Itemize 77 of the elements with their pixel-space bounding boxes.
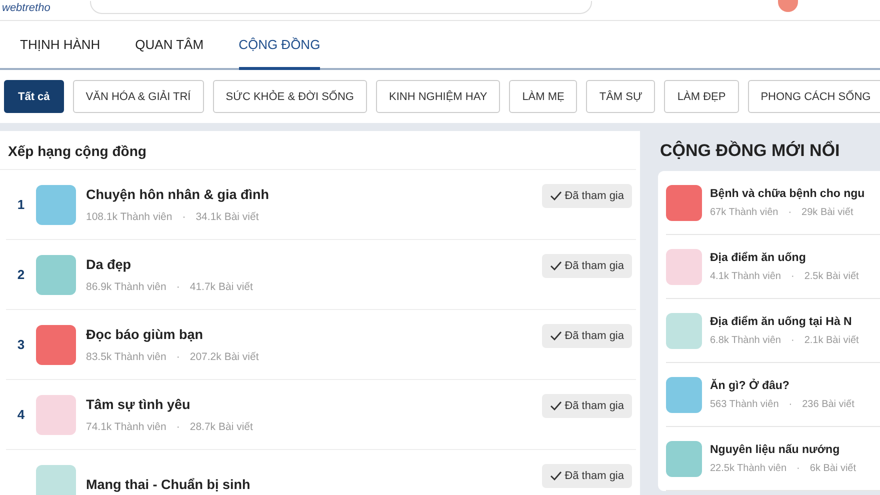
community-name[interactable]: Địa điểm ăn uống tại Hà N	[710, 316, 880, 328]
joined-button[interactable]: Đã tham gia	[542, 394, 632, 418]
community-name[interactable]: Bệnh và chữa bệnh cho ngu	[710, 188, 880, 200]
post-count: 6k Bài viết	[810, 462, 856, 474]
joined-button[interactable]: Đã tham gia	[542, 464, 632, 488]
community-thumbnail	[36, 394, 76, 434]
community-thumbnail	[36, 184, 76, 224]
checkmark-icon	[550, 191, 562, 201]
rank-number: 1	[16, 197, 26, 212]
checkmark-icon	[550, 401, 562, 411]
section-title: CỘNG ĐỒNG MỚI NỔI	[659, 140, 841, 162]
post-count: 2.5k Bài viết	[804, 270, 859, 282]
member-count: 67k Thành viên	[710, 206, 778, 218]
community-name[interactable]: Ăn gì? Ở đâu?	[710, 380, 880, 392]
member-count: 86.9k Thành viên	[86, 280, 166, 292]
joined-button[interactable]: Đã tham gia	[542, 184, 632, 208]
site-logo[interactable]: webtretho	[2, 2, 50, 15]
checkmark-icon	[550, 331, 562, 341]
category-chip[interactable]: LÀM ĐẸP	[664, 80, 739, 113]
separator-dot: ·	[790, 270, 794, 282]
separator-dot: ·	[176, 350, 180, 362]
community-thumbnail	[36, 254, 76, 294]
separator-dot: ·	[176, 420, 180, 432]
rank-number: 3	[16, 337, 26, 352]
category-chip[interactable]: SỨC KHỎE & ĐỜI SỐNG	[212, 80, 367, 113]
category-chip[interactable]: TÂM SỰ	[586, 80, 656, 113]
avatar-icon[interactable]	[778, 0, 798, 12]
community-thumbnail	[666, 376, 702, 412]
member-count: 563 Thành viên	[710, 398, 779, 410]
post-count: 2.1k Bài viết	[804, 334, 859, 346]
joined-button[interactable]: Đã tham gia	[542, 254, 632, 278]
separator-dot: ·	[176, 280, 180, 292]
category-chip[interactable]: Tất cả	[4, 80, 64, 113]
search-field[interactable]	[90, 1, 592, 14]
community-name[interactable]: Đọc báo giùm bạn	[86, 326, 542, 342]
community-name[interactable]: Tâm sự tình yêu	[86, 396, 542, 412]
post-count: 41.7k Bài viết	[190, 280, 253, 292]
category-chip[interactable]: LÀM MẸ	[509, 80, 578, 113]
separator-dot: ·	[788, 206, 792, 218]
checkmark-icon	[550, 261, 562, 271]
post-count: 28.7k Bài viết	[190, 420, 253, 432]
post-count: 236 Bài viết	[802, 398, 854, 410]
community-name[interactable]: Địa điểm ăn uống	[710, 252, 880, 264]
nav-tab[interactable]: QUAN TÂM	[135, 21, 204, 70]
post-count: 29k Bài viết	[802, 206, 854, 218]
separator-dot: ·	[182, 210, 186, 222]
community-thumbnail	[36, 324, 76, 364]
community-name[interactable]: Nguyên liệu nấu nướng	[710, 444, 880, 456]
community-name[interactable]: Chuyện hôn nhân & gia đình	[86, 186, 542, 202]
member-count: 74.1k Thành viên	[86, 420, 166, 432]
community-name[interactable]: Mang thai - Chuẩn bị sinh	[86, 477, 542, 492]
post-count: 34.1k Bài viết	[196, 210, 259, 222]
rank-number: 2	[16, 267, 26, 282]
community-thumbnail	[36, 464, 76, 495]
rank-number: 4	[16, 407, 26, 422]
nav-tab[interactable]: CỘNG ĐỒNG	[238, 21, 320, 70]
category-chip[interactable]: PHONG CÁCH SỐNG	[748, 80, 880, 113]
separator-dot: ·	[790, 334, 794, 346]
member-count: 83.5k Thành viên	[86, 350, 166, 362]
member-count: 6.8k Thành viên	[710, 334, 781, 346]
joined-button[interactable]: Đã tham gia	[542, 324, 632, 348]
community-thumbnail	[666, 312, 702, 348]
checkmark-icon	[550, 471, 562, 481]
section-title: Xếp hạng cộng đồng	[0, 131, 636, 170]
community-thumbnail	[666, 440, 702, 476]
member-count: 4.1k Thành viên	[710, 270, 781, 282]
member-count: 108.1k Thành viên	[86, 210, 172, 222]
category-chip[interactable]: VĂN HÓA & GIẢI TRÍ	[72, 80, 204, 113]
community-name[interactable]: Da đẹp	[86, 256, 542, 272]
post-count: 207.2k Bài viết	[190, 350, 259, 362]
nav-tab[interactable]: THỊNH HÀNH	[20, 21, 100, 70]
community-thumbnail	[666, 248, 702, 284]
separator-dot: ·	[796, 462, 800, 474]
member-count: 22.5k Thành viên	[710, 462, 787, 474]
category-chip[interactable]: KINH NGHIỆM HAY	[376, 80, 500, 113]
separator-dot: ·	[788, 398, 792, 410]
community-thumbnail	[666, 184, 702, 220]
